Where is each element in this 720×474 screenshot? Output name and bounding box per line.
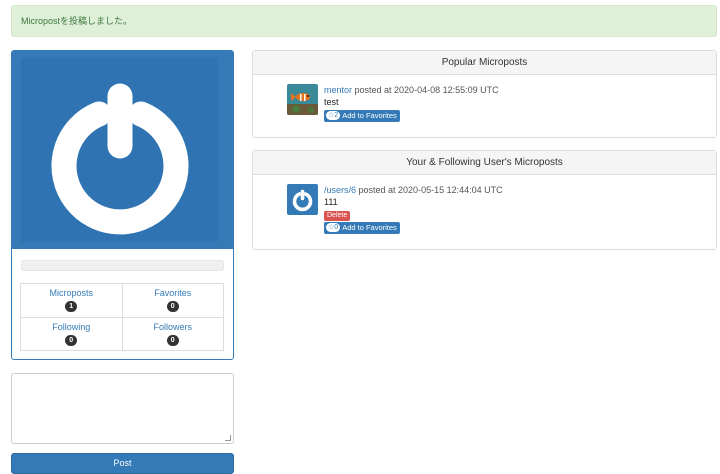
count-badge: 0 (166, 301, 179, 313)
favorite-count: 0 (334, 224, 339, 231)
profile-stats: Microposts 1 Favorites 0 Following 0 Fol… (20, 283, 224, 351)
panel-title: Your & Following User's Microposts (253, 151, 716, 175)
stat-favorites[interactable]: Favorites 0 (121, 283, 224, 318)
stat-label[interactable]: Following (52, 322, 90, 332)
post-content: 111 (324, 197, 338, 207)
button-label: Add to Favorites (342, 222, 397, 232)
button-label: Add to Favorites (342, 110, 397, 120)
user-link[interactable]: mentor (324, 85, 352, 95)
post-timestamp: posted at 2020-04-08 12:55:09 UTC (352, 85, 499, 95)
user-link[interactable]: /users/6 (324, 185, 356, 195)
feed-microposts-panel: Your & Following User's Microposts /user… (252, 150, 717, 250)
stat-label[interactable]: Microposts (49, 288, 93, 298)
add-to-favorites-button[interactable]: ☆ 2 Add to Favorites (324, 109, 400, 122)
count-badge: 0 (65, 334, 78, 346)
count-badge: 1 (65, 301, 78, 313)
stat-label[interactable]: Followers (153, 322, 192, 332)
stat-following[interactable]: Following 0 (20, 316, 123, 351)
avatar[interactable] (287, 184, 318, 215)
add-to-favorites-button[interactable]: ☆ 0 Add to Favorites (324, 221, 400, 234)
fish-avatar-icon (287, 84, 318, 115)
count-badge: 0 (166, 334, 179, 346)
post-meta: mentor posted at 2020-04-08 12:55:09 UTC (324, 84, 704, 96)
star-icon: ☆ 0 (326, 223, 341, 232)
stat-microposts[interactable]: Microposts 1 (20, 283, 123, 318)
avatar[interactable] (287, 84, 318, 115)
post-content: test (324, 97, 339, 107)
post-button[interactable]: Post (11, 453, 234, 474)
popular-microposts-panel: Popular Microposts mentor posted at 2020… (252, 50, 717, 138)
micropost-textarea[interactable] (11, 373, 234, 444)
post-body: /users/6 posted at 2020-05-15 12:44:04 U… (324, 184, 704, 234)
flash-text: Micropostを投稿しました。 (21, 16, 133, 26)
progress-bar (21, 260, 224, 271)
stat-followers[interactable]: Followers 0 (121, 316, 224, 351)
post-timestamp: posted at 2020-05-15 12:44:04 UTC (356, 185, 503, 195)
favorite-count: 2 (334, 112, 339, 119)
avatar (21, 58, 218, 242)
flash-message: Micropostを投稿しました。 (11, 5, 717, 37)
stat-label[interactable]: Favorites (154, 288, 191, 298)
power-avatar-icon (287, 184, 318, 215)
post-meta: /users/6 posted at 2020-05-15 12:44:04 U… (324, 184, 704, 196)
power-avatar-icon (21, 58, 218, 242)
profile-card: Microposts 1 Favorites 0 Following 0 Fol… (11, 50, 234, 360)
delete-button[interactable]: Delete (324, 211, 351, 221)
profile-header (12, 51, 233, 249)
resize-handle-icon[interactable] (225, 435, 231, 441)
post-body: mentor posted at 2020-04-08 12:55:09 UTC… (324, 84, 704, 122)
star-icon: ☆ 2 (326, 111, 341, 120)
panel-title: Popular Microposts (253, 51, 716, 75)
